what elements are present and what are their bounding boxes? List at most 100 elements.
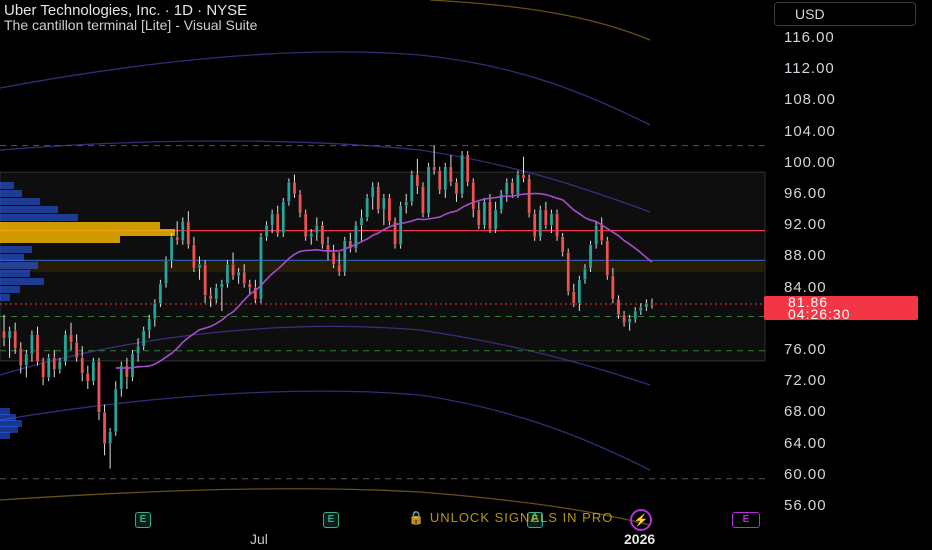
candle-body (633, 310, 637, 319)
candle-body (119, 365, 123, 390)
volume-profile-bar (0, 286, 20, 293)
candle-body (86, 373, 90, 382)
volume-profile-bar (0, 294, 10, 301)
candle-body (477, 209, 481, 226)
candle-body (259, 236, 263, 300)
earnings-marker-upcoming[interactable]: E (732, 512, 760, 528)
lightning-icon[interactable]: ⚡ (630, 509, 652, 531)
candle-body (303, 213, 308, 238)
candle-body (24, 353, 29, 366)
candle-body (298, 193, 302, 214)
candle-body (644, 303, 649, 308)
candle-body (371, 186, 375, 199)
volume-profile-bar (0, 190, 22, 197)
volume-profile-bar (0, 254, 24, 261)
price-tick-label: 64.00 (784, 434, 827, 452)
volume-profile-bar (0, 182, 14, 189)
unlock-signals-banner[interactable]: 🔒 UNLOCK SIGNALS IN PRO (408, 510, 613, 526)
candle-body (102, 412, 107, 444)
candle-body (443, 166, 447, 191)
volume-profile-bar (0, 408, 10, 415)
price-tick-label: 68.00 (784, 403, 827, 421)
candle-body (242, 271, 246, 284)
x-label-jul: Jul (250, 531, 268, 547)
price-tick-label: 60.00 (784, 465, 827, 483)
candle-body (281, 201, 285, 234)
volume-profile-bar (0, 262, 38, 269)
volume-profile-bar (0, 222, 160, 229)
candle-body (538, 209, 542, 238)
outer-upper-band (429, 0, 651, 41)
candle-body (650, 303, 654, 305)
price-tick-label: 104.00 (784, 122, 836, 140)
candle-body (209, 295, 213, 300)
volume-profile-bar (0, 420, 22, 427)
candle-body (181, 221, 185, 241)
candle-body (449, 166, 453, 183)
candle-body (52, 357, 56, 370)
candle-body (97, 361, 101, 413)
earnings-marker[interactable]: E (323, 512, 339, 528)
candle-body (169, 236, 174, 261)
candle-body (421, 186, 425, 214)
volume-profile-bar (0, 229, 175, 236)
candle-body (382, 197, 386, 210)
volume-profile-bar (0, 206, 58, 213)
candle-body (80, 357, 84, 374)
candle-body (605, 240, 609, 277)
candle-body (482, 201, 487, 226)
candle-body (387, 197, 392, 222)
candle-body (292, 182, 297, 195)
candle-body (320, 225, 325, 245)
earnings-marker[interactable]: E (135, 512, 151, 528)
price-tick-label: 56.00 (784, 497, 827, 514)
candle-body (141, 330, 146, 347)
candle-body (13, 330, 17, 349)
candle-body (398, 205, 403, 245)
volume-profile-bar (0, 198, 40, 205)
candle-body (276, 213, 280, 234)
candle-body (627, 318, 632, 323)
candle-body (158, 283, 163, 304)
candle-body (438, 170, 442, 191)
candle-body (2, 330, 6, 339)
volume-profile-bar (0, 414, 16, 421)
candle-body (35, 334, 40, 362)
volume-profile-bar (0, 432, 10, 439)
volume-profile-bar (0, 236, 120, 243)
indicator-title[interactable]: The cantillon terminal [Lite] - Visual S… (4, 17, 257, 33)
candle-body (577, 279, 582, 304)
unlock-text: UNLOCK SIGNALS IN PRO (429, 510, 614, 525)
candle-body (41, 361, 45, 378)
candle-body (471, 182, 475, 210)
candle-body (248, 283, 252, 288)
candle-body (91, 361, 96, 382)
candle-body (220, 283, 224, 288)
candle-body (533, 213, 537, 238)
candle-body (147, 318, 151, 331)
candle-body (527, 178, 531, 214)
candle-body (415, 174, 420, 187)
candle-body (560, 236, 565, 253)
candle-body (58, 361, 62, 370)
currency-button[interactable]: USD (774, 2, 916, 26)
candle-body (555, 213, 559, 238)
candle-body (521, 174, 526, 179)
candle-body (130, 353, 135, 378)
candle-body (136, 345, 140, 355)
candle-body (343, 240, 347, 273)
candle-body (516, 174, 520, 195)
candle-body (426, 166, 431, 214)
last-price-tag: 81.86 04:26:30 (764, 295, 918, 321)
candle-body (315, 225, 319, 234)
candle-body (583, 267, 587, 280)
upper-band (0, 51, 651, 126)
volume-profile-bar (0, 246, 32, 253)
candle-body (404, 201, 408, 206)
volume-profile-bar (0, 270, 30, 277)
candle-body (622, 314, 626, 323)
candle-body (164, 260, 168, 284)
price-tick-label: 88.00 (784, 247, 827, 265)
candle-body (376, 186, 380, 210)
candle-body (611, 275, 615, 300)
